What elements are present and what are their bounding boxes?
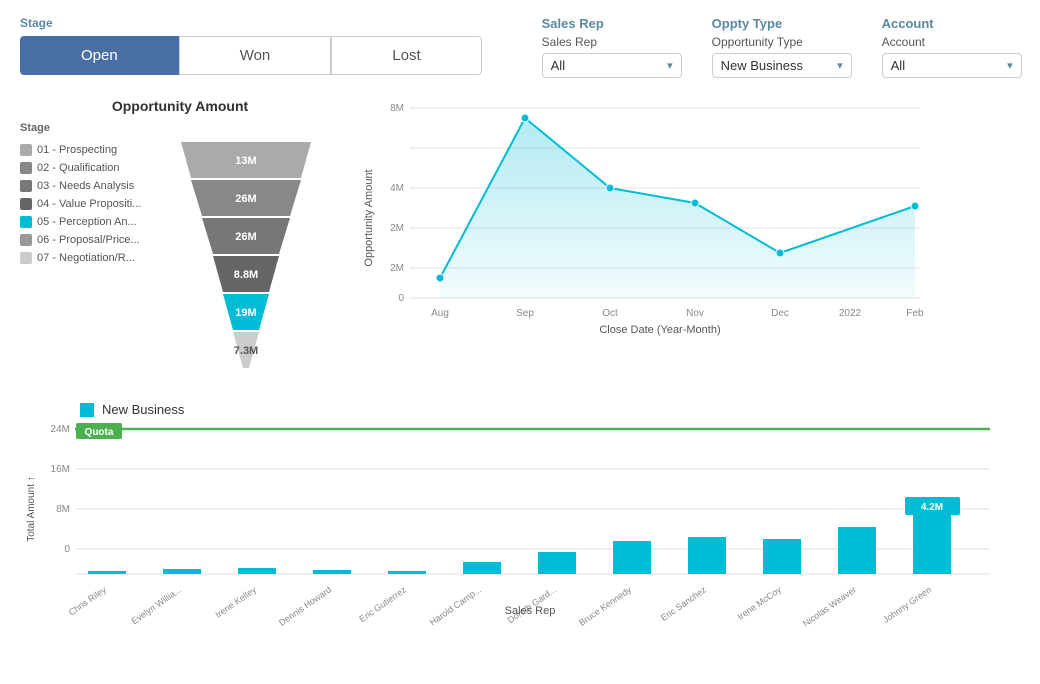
svg-text:19M: 19M	[235, 307, 256, 319]
svg-text:Dec: Dec	[771, 308, 789, 319]
svg-text:Eric Gutierrez: Eric Gutierrez	[357, 584, 408, 624]
svg-text:Feb: Feb	[906, 308, 924, 319]
svg-text:Eric Sanchez: Eric Sanchez	[659, 584, 709, 623]
svg-text:8M: 8M	[56, 504, 70, 515]
account-sub-label: Account	[882, 35, 1022, 49]
oppty-type-select[interactable]: New Business ▾	[712, 53, 852, 78]
svg-text:Evelyn Willia...: Evelyn Willia...	[129, 584, 183, 626]
legend-item-03: 03 - Needs Analysis	[20, 180, 141, 192]
svg-text:2022: 2022	[839, 308, 862, 319]
legend-color-01	[20, 144, 32, 156]
legend-color-05	[20, 216, 32, 228]
svg-text:Oct: Oct	[602, 308, 618, 319]
legend-label-01: 01 - Prospecting	[37, 144, 117, 156]
svg-text:13M: 13M	[235, 155, 256, 167]
svg-text:4.2M: 4.2M	[921, 502, 943, 513]
svg-text:Nov: Nov	[686, 308, 704, 319]
svg-text:Sales Rep: Sales Rep	[505, 605, 556, 617]
legend-item-01: 01 - Prospecting	[20, 144, 141, 156]
account-top-label: Account	[882, 16, 1022, 31]
stage-tabs: Open Won Lost	[20, 36, 482, 75]
svg-text:Irene McCoy: Irene McCoy	[736, 584, 784, 622]
filter-sales-rep: Sales Rep Sales Rep All ▾	[542, 16, 682, 78]
svg-text:Close Date (Year-Month): Close Date (Year-Month)	[599, 324, 720, 336]
svg-text:Quota: Quota	[85, 427, 114, 438]
account-select[interactable]: All ▾	[882, 53, 1022, 78]
legend-item-02: 02 - Qualification	[20, 162, 141, 174]
funnel-stage-label: Stage	[20, 122, 141, 134]
sales-rep-value: All	[551, 58, 565, 73]
legend-item-04: 04 - Value Propositi...	[20, 198, 141, 210]
bar-chart-section: New Business 24M 16M 8M 0 Total Amount ↑…	[20, 402, 1020, 622]
sales-rep-select[interactable]: All ▾	[542, 53, 682, 78]
chevron-down-icon: ▾	[837, 59, 843, 72]
legend-label-02: 02 - Qualification	[37, 162, 120, 174]
svg-text:Total Amount ↑: Total Amount ↑	[26, 476, 37, 542]
chevron-down-icon: ▾	[1007, 59, 1013, 72]
funnel-legend: Stage 01 - Prospecting 02 - Qualificatio…	[20, 122, 141, 382]
sales-rep-sub-label: Sales Rep	[542, 35, 682, 49]
sales-rep-top-label: Sales Rep	[542, 16, 682, 31]
bar-legend-color	[80, 403, 94, 417]
legend-label-06: 06 - Proposal/Price...	[37, 234, 140, 246]
tab-open[interactable]: Open	[20, 36, 179, 75]
svg-text:0: 0	[64, 544, 70, 555]
oppty-type-top-label: Oppty Type	[712, 16, 852, 31]
tab-won[interactable]: Won	[179, 36, 332, 75]
svg-text:0: 0	[398, 293, 404, 304]
legend-label-05: 05 - Perception An...	[37, 216, 137, 228]
legend-item-07: 07 - Negotiation/R...	[20, 252, 141, 264]
legend-item-06: 06 - Proposal/Price...	[20, 234, 141, 246]
svg-text:Nicolas Weaver: Nicolas Weaver	[801, 584, 858, 628]
svg-text:26M: 26M	[235, 193, 256, 205]
funnel-title: Opportunity Amount	[20, 98, 340, 114]
funnel-section: Opportunity Amount Stage 01 - Prospectin…	[20, 98, 340, 382]
bar-chart-svg: 24M 16M 8M 0 Total Amount ↑ Quota	[20, 419, 1000, 619]
line-chart-svg: 8M 4M 2M 2M 0 Opportunity Amount	[360, 98, 940, 338]
bar-legend-label: New Business	[102, 402, 184, 417]
svg-text:Aug: Aug	[431, 308, 449, 319]
chevron-down-icon: ▾	[667, 59, 673, 72]
legend-label-07: 07 - Negotiation/R...	[37, 252, 135, 264]
svg-text:24M: 24M	[51, 424, 70, 435]
svg-text:7.3M: 7.3M	[233, 345, 257, 357]
svg-text:Chris Riley: Chris Riley	[67, 584, 109, 617]
filter-oppty-type: Oppty Type Opportunity Type New Business…	[712, 16, 852, 78]
funnel-svg: 13M 26M 26M 8.8M 19M	[166, 142, 326, 382]
funnel-visual: 13M 26M 26M 8.8M 19M	[151, 122, 340, 382]
svg-text:Irene Kelley: Irene Kelley	[213, 584, 258, 620]
svg-text:Harold Camp...: Harold Camp...	[428, 584, 483, 627]
svg-text:Opportunity Amount: Opportunity Amount	[363, 169, 375, 266]
stage-label: Stage	[20, 16, 482, 30]
line-chart-section: 8M 4M 2M 2M 0 Opportunity Amount	[360, 98, 1020, 382]
svg-text:8.8M: 8.8M	[233, 269, 257, 281]
legend-item-05: 05 - Perception An...	[20, 216, 141, 228]
legend-color-06	[20, 234, 32, 246]
legend-label-03: 03 - Needs Analysis	[37, 180, 134, 192]
oppty-type-value: New Business	[721, 58, 803, 73]
svg-text:4M: 4M	[390, 183, 404, 194]
svg-text:2M: 2M	[390, 263, 404, 274]
svg-text:Johnny Green: Johnny Green	[881, 584, 933, 625]
svg-text:26M: 26M	[235, 231, 256, 243]
filter-account: Account Account All ▾	[882, 16, 1022, 78]
legend-label-04: 04 - Value Propositi...	[37, 198, 141, 210]
legend-color-02	[20, 162, 32, 174]
svg-text:Bruce Kennedy: Bruce Kennedy	[577, 584, 634, 628]
filters: Sales Rep Sales Rep All ▾ Oppty Type Opp…	[542, 16, 1040, 78]
legend-color-04	[20, 198, 32, 210]
oppty-type-sub-label: Opportunity Type	[712, 35, 852, 49]
account-value: All	[891, 58, 905, 73]
legend-color-07	[20, 252, 32, 264]
tab-lost[interactable]: Lost	[331, 36, 481, 75]
svg-text:Dennis Howard: Dennis Howard	[277, 584, 333, 627]
svg-text:16M: 16M	[51, 464, 70, 475]
svg-text:8M: 8M	[390, 103, 404, 114]
legend-color-03	[20, 180, 32, 192]
svg-text:2M: 2M	[390, 223, 404, 234]
svg-text:Sep: Sep	[516, 308, 534, 319]
